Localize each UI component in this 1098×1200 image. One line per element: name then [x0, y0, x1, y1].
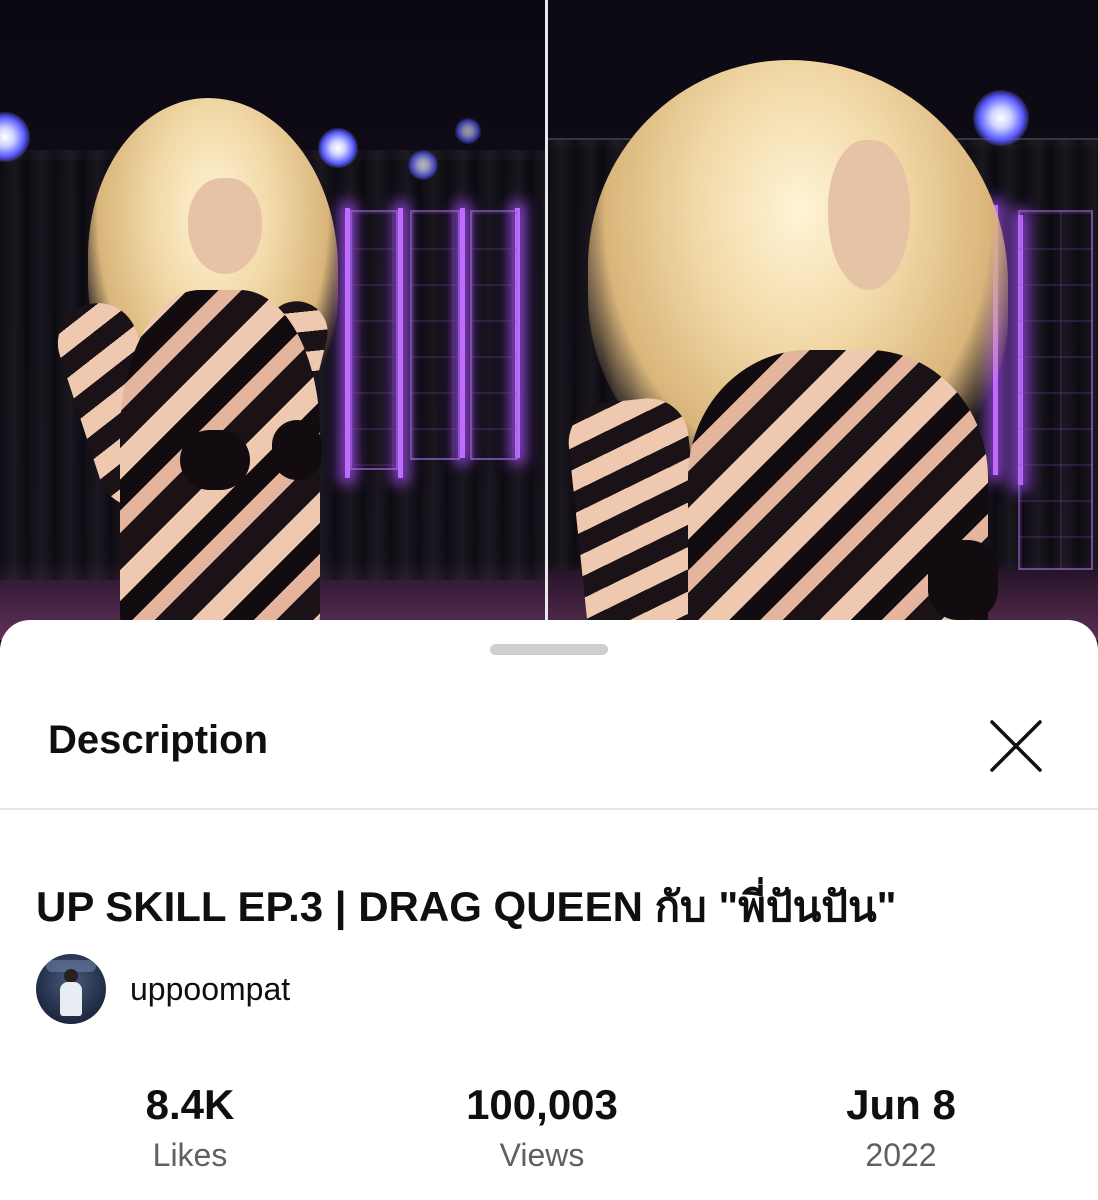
channel-avatar[interactable]: [36, 954, 106, 1024]
video-thumbnail[interactable]: [0, 0, 1098, 640]
views-stat: 100,003 Views: [392, 1080, 692, 1178]
video-title: UP SKILL EP.3 | DRAG QUEEN กับ "พี่ปันปั…: [36, 883, 897, 930]
views-count: 100,003: [466, 1081, 618, 1128]
description-sheet: Description UP SKILL EP.3 | DRAG QUEEN ก…: [0, 620, 1098, 1200]
channel-name[interactable]: uppoompat: [130, 971, 290, 1008]
upload-date: Jun 8: [846, 1081, 956, 1128]
header-divider: [0, 808, 1098, 810]
video-stats: 8.4K Likes 100,003 Views Jun 8 2022: [0, 1080, 1098, 1180]
likes-count: 8.4K: [145, 1081, 235, 1128]
close-button[interactable]: [982, 712, 1050, 780]
likes-label: Likes: [152, 1137, 228, 1173]
likes-stat: 8.4K Likes: [40, 1080, 340, 1178]
close-icon: [990, 720, 1042, 772]
sheet-title: Description: [48, 718, 269, 762]
upload-date-stat: Jun 8 2022: [751, 1080, 1051, 1178]
upload-year: 2022: [865, 1137, 937, 1173]
video-frame-left: [0, 0, 545, 640]
channel-link[interactable]: uppoompat: [36, 954, 290, 1024]
views-label: Views: [499, 1137, 585, 1173]
drag-handle[interactable]: [490, 644, 608, 655]
video-frame-right: [548, 0, 1098, 640]
